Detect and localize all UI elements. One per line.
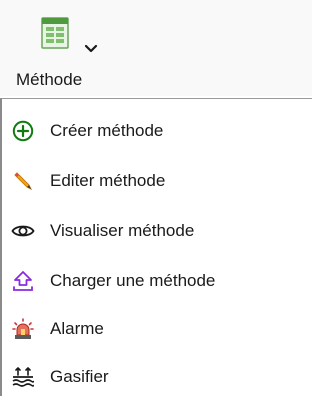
- ribbon-button-label: Méthode: [16, 70, 83, 89]
- ribbon: Méthode: [0, 0, 312, 96]
- menu-item-label: Charger une méthode: [50, 271, 216, 290]
- gasify-icon: [10, 364, 36, 390]
- menu-item-creer-methode[interactable]: Créer méthode: [2, 107, 314, 155]
- menu-item-label: Gasifier: [50, 367, 109, 386]
- menu-item-editer-methode[interactable]: Editer méthode: [2, 157, 314, 205]
- add-circle-icon: [10, 118, 36, 144]
- menu-item-label: Créer méthode: [50, 121, 164, 140]
- menu-item-charger-methode[interactable]: Charger une méthode: [2, 257, 314, 305]
- menu-item-visualiser-methode[interactable]: Visualiser méthode: [2, 207, 314, 255]
- chevron-down-icon[interactable]: [84, 44, 98, 54]
- menu-item-label: Editer méthode: [50, 171, 166, 190]
- alarm-siren-icon: [10, 316, 36, 342]
- eye-icon: [10, 218, 36, 244]
- spreadsheet-document-icon: [41, 17, 69, 49]
- methode-ribbon-button[interactable]: Méthode: [10, 10, 110, 92]
- menu-item-gasifier[interactable]: Gasifier: [2, 353, 314, 401]
- upload-icon: [10, 268, 36, 294]
- menu-item-alarme[interactable]: Alarme: [2, 305, 314, 353]
- menu-item-label: Visualiser méthode: [50, 221, 195, 240]
- menu-item-label: Alarme: [50, 319, 104, 338]
- methode-dropdown-menu: Créer méthode Editer méthode Visualiser …: [0, 98, 312, 396]
- pencil-icon: [10, 168, 36, 194]
